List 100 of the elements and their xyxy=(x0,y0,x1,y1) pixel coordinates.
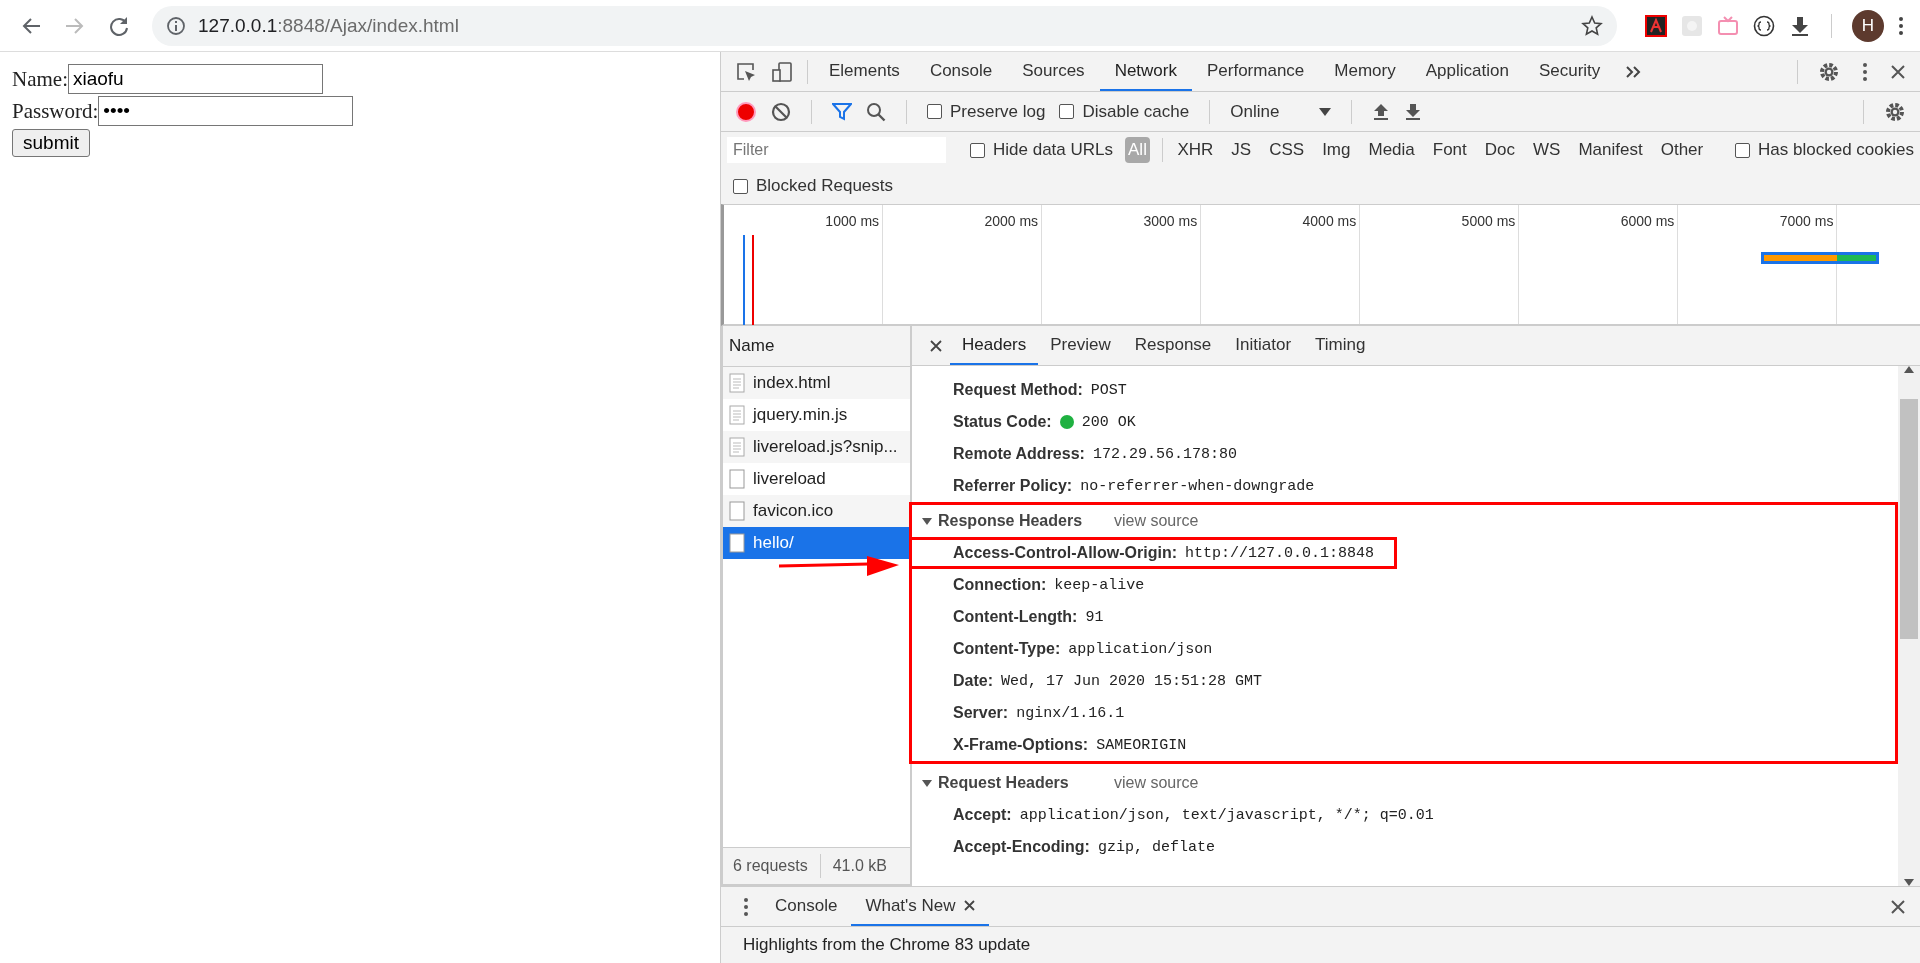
detail-tab[interactable]: Headers xyxy=(950,326,1039,365)
request-row[interactable]: favicon.ico xyxy=(723,495,910,527)
inspect-icon[interactable] xyxy=(735,60,757,83)
type-filter[interactable]: Img xyxy=(1319,137,1354,163)
throttle-dropdown[interactable]: Online xyxy=(1230,101,1332,122)
type-filter[interactable]: CSS xyxy=(1266,137,1308,163)
search-icon[interactable] xyxy=(866,101,886,122)
section-title[interactable]: Response Headers xyxy=(938,512,1108,530)
request-count: 6 requests xyxy=(733,857,808,875)
pdf-extension-icon[interactable] xyxy=(1645,14,1667,37)
expand-triangle-icon[interactable] xyxy=(922,778,932,788)
devtools-tab[interactable]: Elements xyxy=(814,52,915,91)
view-source-link[interactable]: view source xyxy=(1114,774,1199,792)
download-icon[interactable] xyxy=(1404,102,1423,121)
type-filter[interactable]: WS xyxy=(1530,137,1564,163)
checkbox[interactable] xyxy=(970,142,985,158)
star-icon[interactable] xyxy=(1581,14,1603,37)
type-filter[interactable]: Media xyxy=(1365,137,1418,163)
type-filter[interactable]: XHR xyxy=(1174,137,1217,163)
scrollbar[interactable] xyxy=(1898,366,1920,886)
devtools-tab[interactable]: Performance xyxy=(1192,52,1320,91)
address-bar[interactable]: 127.0.0.1:8848/Ajax/index.html xyxy=(152,5,1617,46)
device-toolbar-icon[interactable] xyxy=(771,60,793,83)
more-menu-icon[interactable] xyxy=(1862,60,1868,83)
view-source-link[interactable]: view source xyxy=(1114,512,1199,530)
section-title[interactable]: Request Headers xyxy=(938,774,1108,792)
detail-tab[interactable]: Response xyxy=(1122,326,1224,365)
more-tabs-icon[interactable] xyxy=(1625,64,1642,79)
settings-icon[interactable] xyxy=(1818,60,1840,83)
header-value: nginx/1.16.1 xyxy=(1016,704,1125,722)
type-filter[interactable]: Doc xyxy=(1481,137,1519,163)
braces-extension-icon[interactable] xyxy=(1753,14,1775,37)
type-filter[interactable]: Font xyxy=(1429,137,1470,163)
field-label: Name: xyxy=(12,66,68,92)
close-icon[interactable] xyxy=(930,339,942,352)
checkbox-option[interactable]: Preserve log xyxy=(927,101,1046,122)
header-value: application/json, text/javascript, */*; q=0.01 xyxy=(1019,806,1434,824)
checkbox[interactable] xyxy=(1735,142,1751,158)
tick-label: 6000 ms xyxy=(1620,213,1675,229)
dropdown-caret-icon xyxy=(1319,107,1332,116)
request-row[interactable]: livereload.js?snip... xyxy=(723,431,910,463)
checkbox-option[interactable]: Blocked Requests xyxy=(733,176,894,196)
more-menu-icon[interactable] xyxy=(743,896,749,917)
blank-file-icon xyxy=(729,469,745,489)
request-row[interactable]: hello/ xyxy=(723,527,910,559)
upload-icon[interactable] xyxy=(1372,102,1391,121)
more-menu-icon[interactable] xyxy=(1898,14,1904,37)
detail-tab[interactable]: Initiator xyxy=(1223,326,1304,365)
header-value: application/json xyxy=(1068,640,1213,658)
header-name: Referrer Policy: xyxy=(953,477,1073,495)
drawer-tab[interactable]: Console xyxy=(761,887,852,926)
request-row[interactable]: index.html xyxy=(723,367,910,399)
filter-field[interactable]: Filter xyxy=(727,137,946,163)
download-icon[interactable] xyxy=(1789,14,1811,37)
checkbox-option[interactable]: Hide data URLs xyxy=(970,140,1113,160)
request-row[interactable]: jquery.min.js xyxy=(723,399,910,431)
tick-label: 2000 ms xyxy=(984,213,1039,229)
name-column-header[interactable]: Name xyxy=(723,326,910,367)
header-value: Wed, 17 Jun 2020 15:51:28 GMT xyxy=(1001,672,1263,690)
checkbox-option[interactable]: Disable cache xyxy=(1059,101,1190,122)
devtools-tab[interactable]: Sources xyxy=(1007,52,1100,91)
checkbox[interactable] xyxy=(733,178,748,194)
request-row[interactable]: livereload xyxy=(723,463,910,495)
devtools-tab[interactable]: Security xyxy=(1523,52,1616,91)
checkbox[interactable] xyxy=(1059,104,1075,119)
header-value: 172.29.56.178:80 xyxy=(1092,445,1237,463)
devtools-tab[interactable]: Memory xyxy=(1319,52,1411,91)
close-icon[interactable] xyxy=(1890,63,1906,80)
devtools-tab[interactable]: Application xyxy=(1410,52,1524,91)
text-field[interactable]: •••• xyxy=(98,96,354,126)
field-label: Password: xyxy=(12,98,99,124)
close-icon[interactable] xyxy=(1890,898,1906,915)
detail-tab[interactable]: Timing xyxy=(1303,326,1378,365)
header-value: 91 xyxy=(1085,608,1104,626)
checkbox[interactable] xyxy=(927,104,942,119)
header-value: 200 OK xyxy=(1081,413,1136,431)
header-name: Accept-Encoding: xyxy=(953,838,1090,856)
type-filter[interactable]: Manifest xyxy=(1575,137,1646,163)
close-icon[interactable] xyxy=(963,900,975,911)
blank-file-icon xyxy=(729,501,745,521)
record-icon[interactable] xyxy=(735,100,757,123)
checkbox-option[interactable]: Has blocked cookies xyxy=(1735,140,1914,160)
timeline-overview[interactable]: 1000 ms 2000 ms 3000 ms 4000 ms 5000 ms 6000 ms 7000 ms xyxy=(721,204,1920,326)
profile-avatar[interactable]: H xyxy=(1852,9,1884,42)
header-name: Remote Address: xyxy=(953,445,1085,463)
url-text: 127.0.0.1:8848/Ajax/index.html xyxy=(198,14,460,37)
type-filter[interactable]: JS xyxy=(1228,137,1255,163)
settings-icon[interactable] xyxy=(1884,100,1906,123)
devtools-tab[interactable]: Network xyxy=(1099,52,1192,91)
text-field[interactable]: xiaofu xyxy=(68,64,323,94)
expand-triangle-icon[interactable] xyxy=(922,516,932,526)
devtools-tab[interactable]: Console xyxy=(914,52,1008,91)
header-name: Connection: xyxy=(953,576,1047,594)
type-filter[interactable]: Other xyxy=(1657,137,1707,163)
detail-tab[interactable]: Preview xyxy=(1038,326,1123,365)
clear-icon[interactable] xyxy=(771,101,791,122)
submit-button[interactable]: submit xyxy=(12,129,90,157)
filter-icon[interactable] xyxy=(832,102,852,121)
header-value: gzip, deflate xyxy=(1097,838,1215,856)
tick-label: 1000 ms xyxy=(825,213,880,229)
